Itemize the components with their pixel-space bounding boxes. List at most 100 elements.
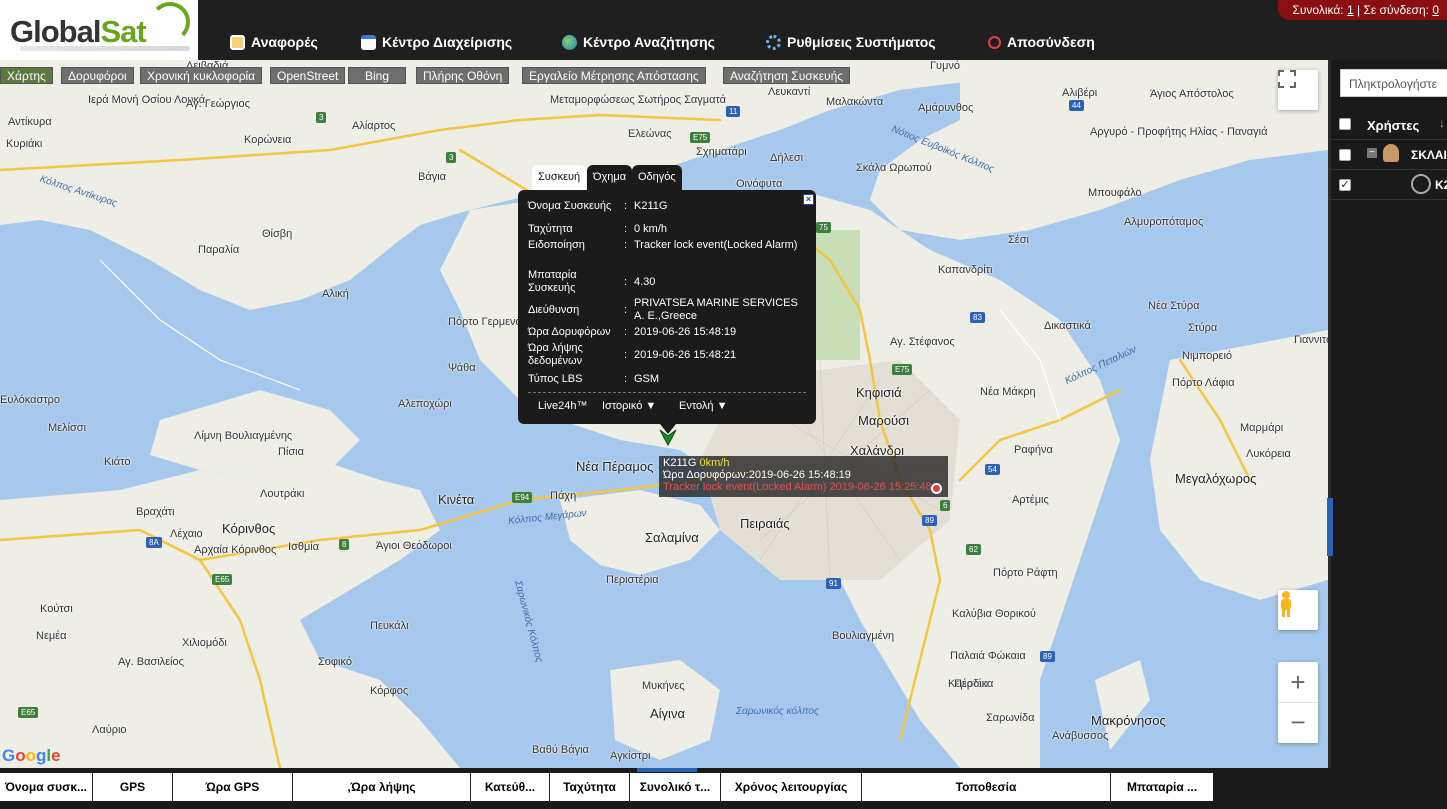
map-type-map[interactable]: Χάρτης (0, 67, 53, 84)
nav-logout[interactable]: Αποσύνδεση (988, 32, 1095, 52)
globalsat-logo[interactable]: GlobalSat (0, 0, 198, 60)
map-label: Αγ. Βασιλείος (118, 656, 184, 668)
map-label: Λουτράκι (260, 488, 305, 500)
map-label: Νεμέα (36, 630, 67, 642)
online-status-pill: Συνολικά: 1 | Σε σύνδεση: 0 (1278, 0, 1447, 20)
online-label: | Σε σύνδεση: (1357, 3, 1429, 17)
map-label: Νέα Στύρα (1148, 300, 1200, 312)
map-label: Μαρούσι (858, 413, 909, 428)
total-label: Συνολικά: (1292, 3, 1344, 17)
fullscreen-icon (1278, 70, 1296, 88)
col-gps-time[interactable]: Ώρα GPS (173, 773, 293, 801)
device-checkbox[interactable]: ✓ (1339, 179, 1351, 191)
col-direction[interactable]: Κατεύθ... (471, 773, 550, 801)
map-type-satellite[interactable]: Δορυφόροι (61, 67, 134, 84)
row-key: Τύπος LBS (528, 373, 583, 385)
gear-icon (766, 34, 781, 50)
device-search-tool[interactable]: Αναζήτηση Συσκευής (723, 67, 851, 84)
map-label: Καπανδρίτι (938, 264, 993, 276)
device-offline-icon (1411, 174, 1431, 194)
map-type-openstreet[interactable]: OpenStreet (270, 67, 346, 84)
map-label: Πειραιάς (740, 516, 790, 531)
table-resize-handle[interactable] (637, 768, 697, 772)
users-column-header[interactable]: Χρήστες (1367, 118, 1419, 133)
collapse-icon[interactable]: − (1367, 148, 1377, 158)
col-gps[interactable]: GPS (93, 773, 173, 801)
tree-group-row[interactable]: − ΣΚΛΑΙ (1331, 140, 1447, 170)
vehicle-speed: 0km/h (699, 457, 730, 469)
row-value: 4.30 (634, 276, 656, 288)
zoom-out-button[interactable]: − (1278, 703, 1318, 743)
map-label: Αντίκυρα (8, 116, 52, 128)
popup-row-alert: Ειδοποίηση: Tracker lock event(Locked Ala… (528, 239, 808, 252)
popup-tab-driver[interactable]: Οδηγός (632, 165, 682, 190)
vehicle-name: K211G (663, 457, 697, 469)
map-label: Σέσι (1008, 234, 1029, 246)
col-runtime[interactable]: Χρόνος λειτουργίας (721, 773, 862, 801)
col-speed[interactable]: Ταχύτητα (550, 773, 630, 801)
row-value: GSM (634, 373, 660, 385)
map-label: Νέα Πέραμος (576, 459, 654, 474)
map-label: Νέα Μάκρη (980, 386, 1036, 398)
map-label: Κούτσι (40, 603, 73, 615)
row-key: Ώρα Δορυφόρων (528, 326, 611, 338)
map-label: Οινόφυτα (736, 178, 783, 190)
nav-reports[interactable]: Αναφορές (230, 32, 318, 52)
group-checkbox[interactable] (1339, 149, 1351, 161)
sea-label: Σαρωνικός κόλπος (736, 706, 819, 717)
command-button[interactable]: Εντολή ▼ (679, 400, 728, 412)
device-search-input[interactable]: Πληκτρολογήστε (1340, 69, 1447, 97)
map-label: Πίσια (278, 446, 304, 458)
nav-system-settings[interactable]: Ρυθμίσεις Συστήματος (766, 32, 936, 52)
map-label: Πέρδικα (954, 678, 994, 690)
top-header: GlobalSat Αναφορές Κέντρο Διαχείρισης Κέ… (0, 0, 1447, 60)
globe-icon (562, 34, 577, 50)
vehicle-alarm: Tracker lock event(Locked Alarm) 2019-06… (663, 481, 932, 493)
nav-management-label: Κέντρο Διαχείρισης (382, 34, 513, 50)
map-label: Σαρωνίδα (986, 712, 1035, 724)
vehicle-map-label[interactable]: K211G 0km/h Ώρα Δορυφόρων:2019-06-26 15:… (659, 456, 948, 497)
group-label: ΣΚΛΑΙ (1411, 148, 1447, 162)
map-label: Λευκαντί (768, 86, 811, 98)
map-label: Μαρμάρι (1240, 422, 1284, 434)
alarm-marker-icon[interactable] (931, 483, 942, 494)
popup-row-device-name: Όνομα Συσκευής: K211G (528, 200, 808, 213)
nav-search-center[interactable]: Κέντρο Αναζήτησης (562, 32, 715, 52)
col-device-name[interactable]: Όνομα συσκ... (0, 773, 93, 801)
pegman-button[interactable] (1278, 590, 1318, 630)
map-label: Αρχαία Κόρινθος (194, 544, 277, 556)
select-all-checkbox[interactable] (1339, 118, 1351, 130)
map-label: Λαύριο (92, 724, 127, 736)
live24h-button[interactable]: Live24h™ (538, 400, 588, 412)
map-type-bing[interactable]: Bing (348, 67, 406, 84)
history-button[interactable]: Ιστορικό ▼ (602, 400, 656, 412)
tree-device-row[interactable]: ✓ K2 (1331, 170, 1447, 200)
map-type-traffic[interactable]: Χρονική κυκλοφορία (140, 67, 263, 84)
popup-row-sat-time: Ώρα Δορυφόρων:2019-06-26 15:48:19 (528, 326, 808, 339)
zoom-in-button[interactable]: + (1278, 663, 1318, 703)
row-value: 0 km/h (634, 223, 668, 235)
report-icon (230, 34, 245, 50)
nav-management-center[interactable]: Κέντρο Διαχείρισης (361, 32, 512, 52)
zoom-control: + − (1278, 662, 1318, 743)
col-receive-time[interactable]: ,Ώρα λήψης (293, 773, 471, 801)
panel-splitter-handle[interactable] (1327, 498, 1333, 556)
map-label: Αλιβέρι (1062, 87, 1098, 99)
online-count[interactable]: 0 (1432, 3, 1439, 17)
col-battery[interactable]: Μπαταρία ... (1111, 773, 1213, 801)
map-label: Λίμνη Βουλιαγμένης (194, 430, 293, 442)
row-key: Όνομα Συσκευής (528, 200, 612, 212)
fullscreen-button[interactable] (1278, 70, 1318, 110)
popup-tab-vehicle[interactable]: Όχημα (587, 165, 633, 190)
fullscreen-tool[interactable]: Πλήρης Οθόνη (416, 67, 510, 84)
popup-tab-device[interactable]: Συσκευή (532, 165, 587, 190)
total-count[interactable]: 1 (1347, 3, 1354, 17)
sort-icon[interactable]: ↓ (1439, 116, 1445, 130)
col-total-mileage[interactable]: Συνολικό τ... (630, 773, 721, 801)
map-label: Νιμπορειό (1182, 350, 1232, 362)
distance-tool[interactable]: Εργαλείο Μέτρησης Απόστασης (522, 67, 706, 84)
col-location[interactable]: Τοποθεσία (862, 773, 1111, 801)
map-label: Μπουφάλο (1088, 187, 1142, 199)
map-label: Παλαιά Φώκαια (950, 650, 1026, 662)
map-label: Κυριάκι (6, 138, 43, 150)
